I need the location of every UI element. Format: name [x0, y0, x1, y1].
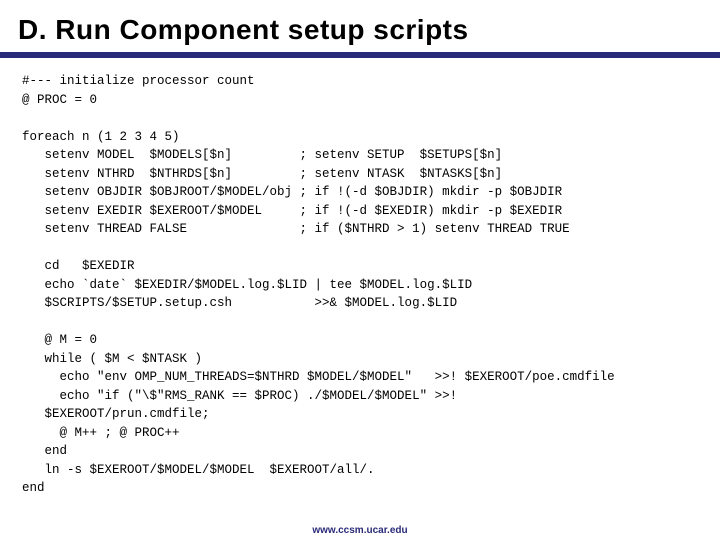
- code-block: #--- initialize processor count @ PROC =…: [0, 58, 720, 498]
- slide-title: D. Run Component setup scripts: [0, 0, 720, 50]
- footer-url: www.ccsm.ucar.edu: [0, 525, 720, 536]
